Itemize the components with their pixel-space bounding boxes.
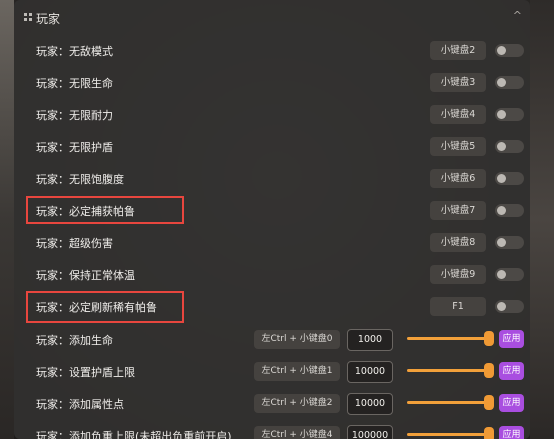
hotkey-badge[interactable]: 小键盘8 (430, 233, 486, 252)
hotkey-badge[interactable]: 小键盘9 (430, 265, 486, 284)
hotkey-badge[interactable]: 小键盘7 (430, 201, 486, 220)
apply-button[interactable]: 应用 (499, 362, 524, 380)
value-input[interactable]: 100000 (347, 425, 393, 439)
toggle-switch[interactable] (495, 76, 524, 89)
toggle-knob (497, 142, 506, 151)
toggle-knob (497, 46, 506, 55)
row-label: 玩家：保持正常体温 (36, 269, 135, 282)
value-slider-track[interactable] (407, 433, 491, 436)
row-label: 玩家：添加负重上限(未超出负重前开启) (36, 430, 232, 439)
row-label: 玩家：无限生命 (36, 77, 113, 90)
value-slider-track[interactable] (407, 369, 491, 372)
toggle-switch[interactable] (495, 172, 524, 185)
panel-title: 玩家 (36, 12, 61, 26)
row-label: 玩家：添加属性点 (36, 398, 124, 411)
action-row-set-shield-max: 玩家：设置护盾上限 左Ctrl + 小键盘1 10000 应用 (14, 356, 530, 386)
apply-button[interactable]: 应用 (499, 426, 524, 439)
toggle-row-super-damage: 玩家：超级伤害 小键盘8 (14, 227, 530, 257)
apply-button[interactable]: 应用 (499, 330, 524, 348)
toggle-knob (497, 302, 506, 311)
value-slider-thumb[interactable] (484, 363, 494, 378)
hotkey-combo[interactable]: 左Ctrl + 小键盘1 (254, 362, 340, 381)
action-row-add-weight-limit: 玩家：添加负重上限(未超出负重前开启) 左Ctrl + 小键盘4 100000 … (14, 420, 530, 439)
value-input[interactable]: 1000 (347, 329, 393, 351)
toggle-switch[interactable] (495, 236, 524, 249)
toggle-switch[interactable] (495, 44, 524, 57)
toggle-row-infinite-stamina: 玩家：无限耐力 小键盘4 (14, 99, 530, 129)
row-label: 玩家：无敌模式 (36, 45, 113, 58)
value-input[interactable]: 10000 (347, 393, 393, 415)
toggle-switch[interactable] (495, 108, 524, 121)
toggle-row-invincible: 玩家：无敌模式 小键盘2 (14, 35, 530, 65)
hotkey-badge[interactable]: F1 (430, 297, 486, 316)
hotkey-combo[interactable]: 左Ctrl + 小键盘0 (254, 330, 340, 349)
highlight-box-rare-spawn (26, 291, 184, 323)
hotkey-badge[interactable]: 小键盘3 (430, 73, 486, 92)
hotkey-badge[interactable]: 小键盘5 (430, 137, 486, 156)
hotkey-combo[interactable]: 左Ctrl + 小键盘4 (254, 426, 340, 439)
toggle-switch[interactable] (495, 204, 524, 217)
player-panel: 玩家 ^ 玩家：无敌模式 小键盘2 玩家：无限生命 小键盘3 玩家：无限耐力 小… (14, 0, 530, 439)
toggle-knob (497, 110, 506, 119)
value-input[interactable]: 10000 (347, 361, 393, 383)
hotkey-badge[interactable]: 小键盘2 (430, 41, 486, 60)
grid-icon (24, 13, 32, 21)
action-row-add-attribute-points: 玩家：添加属性点 左Ctrl + 小键盘2 10000 应用 (14, 388, 530, 418)
value-slider-thumb[interactable] (484, 331, 494, 346)
value-slider-thumb[interactable] (484, 395, 494, 410)
toggle-knob (497, 174, 506, 183)
toggle-switch[interactable] (495, 268, 524, 281)
value-slider-track[interactable] (407, 401, 491, 404)
value-slider-track[interactable] (407, 337, 491, 340)
background-left (0, 0, 14, 439)
row-label: 玩家：添加生命 (36, 334, 113, 347)
toggle-knob (497, 78, 506, 87)
row-label: 玩家：无限护盾 (36, 141, 113, 154)
apply-button[interactable]: 应用 (499, 394, 524, 412)
row-label: 玩家：无限耐力 (36, 109, 113, 122)
background-right (530, 0, 554, 439)
hotkey-combo[interactable]: 左Ctrl + 小键盘2 (254, 394, 340, 413)
toggle-knob (497, 238, 506, 247)
toggle-switch[interactable] (495, 300, 524, 313)
row-label: 玩家：设置护盾上限 (36, 366, 135, 379)
toggle-knob (497, 206, 506, 215)
hotkey-badge[interactable]: 小键盘4 (430, 105, 486, 124)
toggle-knob (497, 270, 506, 279)
highlight-box-capture (26, 196, 184, 224)
row-label: 玩家：超级伤害 (36, 237, 113, 250)
row-label: 玩家：无限饱腹度 (36, 173, 124, 186)
toggle-row-infinite-satiety: 玩家：无限饱腹度 小键盘6 (14, 163, 530, 193)
hotkey-badge[interactable]: 小键盘6 (430, 169, 486, 188)
panel-header[interactable]: 玩家 ^ (14, 0, 530, 36)
chevron-up-icon[interactable]: ^ (513, 9, 522, 22)
toggle-row-infinite-health: 玩家：无限生命 小键盘3 (14, 67, 530, 97)
value-slider-thumb[interactable] (484, 427, 494, 439)
action-row-add-health: 玩家：添加生命 左Ctrl + 小键盘0 1000 应用 (14, 324, 530, 354)
toggle-row-infinite-shield: 玩家：无限护盾 小键盘5 (14, 131, 530, 161)
toggle-row-normal-temperature: 玩家：保持正常体温 小键盘9 (14, 259, 530, 289)
toggle-switch[interactable] (495, 140, 524, 153)
